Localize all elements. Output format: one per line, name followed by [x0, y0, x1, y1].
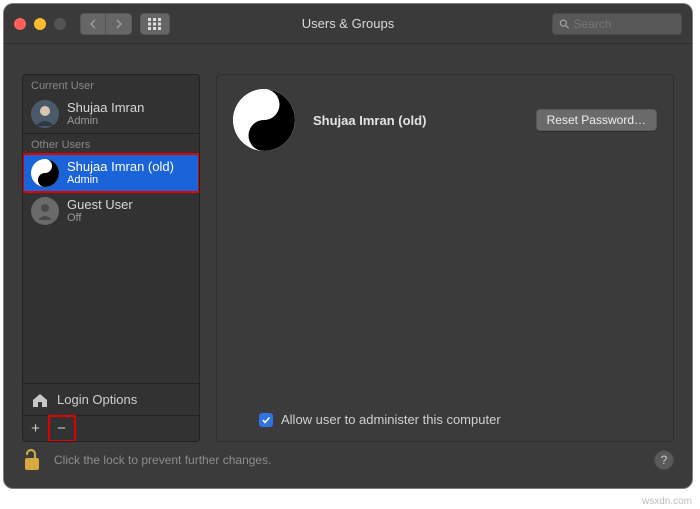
user-role-label: Admin [67, 115, 144, 127]
admin-checkbox[interactable] [259, 413, 273, 427]
search-input[interactable] [574, 17, 676, 31]
search-icon [559, 18, 570, 30]
login-options-label: Login Options [57, 392, 137, 407]
preferences-window: Users & Groups Current User Shujaa Imran [4, 4, 692, 488]
user-avatar-large[interactable] [233, 89, 295, 151]
lock-footer: Click the lock to prevent further change… [22, 442, 674, 478]
user-header: Shujaa Imran (old) Reset Password… [233, 89, 657, 151]
user-detail-panel: Shujaa Imran (old) Reset Password… Allow… [216, 74, 674, 442]
forward-button[interactable] [106, 13, 132, 35]
user-role-label: Off [67, 212, 133, 224]
close-window-button[interactable] [14, 18, 26, 30]
help-button[interactable]: ? [654, 450, 674, 470]
remove-user-button[interactable]: − [49, 416, 75, 441]
users-sidebar: Current User Shujaa Imran Admin Other Us… [22, 74, 200, 442]
other-users-header: Other Users [23, 134, 199, 154]
titlebar: Users & Groups [4, 4, 692, 44]
person-photo-icon [31, 100, 59, 128]
yinyang-icon [233, 89, 295, 151]
lock-hint-text: Click the lock to prevent further change… [54, 453, 271, 467]
minimize-window-button[interactable] [34, 18, 46, 30]
chevron-left-icon [89, 19, 97, 29]
chevron-right-icon [115, 19, 123, 29]
home-icon [31, 392, 49, 408]
nav-segment [80, 13, 132, 35]
window-controls [14, 18, 66, 30]
avatar [31, 100, 59, 128]
admin-checkbox-row[interactable]: Allow user to administer this computer [259, 412, 501, 427]
admin-checkbox-label: Allow user to administer this computer [281, 412, 501, 427]
grid-icon [148, 18, 162, 30]
sidebar-user-current[interactable]: Shujaa Imran Admin [23, 95, 199, 133]
user-role-label: Admin [67, 174, 174, 186]
watermark: wsxdn.com [642, 496, 692, 507]
back-button[interactable] [80, 13, 106, 35]
lock-icon[interactable] [22, 448, 42, 472]
show-all-button[interactable] [140, 13, 170, 35]
zoom-window-button [54, 18, 66, 30]
minus-icon: − [57, 420, 66, 437]
login-options-row[interactable]: Login Options [23, 383, 199, 415]
sidebar-user-other-1[interactable]: Guest User Off [23, 192, 199, 230]
question-icon: ? [661, 453, 668, 467]
current-user-header: Current User [23, 75, 199, 95]
avatar [31, 197, 59, 225]
search-field-wrap[interactable] [552, 13, 682, 35]
user-name-label: Shujaa Imran [67, 101, 144, 115]
yinyang-icon [31, 159, 59, 187]
person-icon [36, 202, 54, 220]
check-icon [261, 415, 271, 425]
user-name-label: Shujaa Imran (old) [67, 160, 174, 174]
add-remove-row: + − [23, 415, 199, 441]
content-area: Current User Shujaa Imran Admin Other Us… [4, 44, 692, 428]
avatar [31, 159, 59, 187]
user-name-label: Guest User [67, 198, 133, 212]
plus-icon: + [31, 420, 40, 437]
reset-password-button[interactable]: Reset Password… [536, 109, 657, 131]
selected-user-name: Shujaa Imran (old) [313, 113, 518, 128]
sidebar-user-other-0[interactable]: Shujaa Imran (old) Admin [23, 154, 199, 192]
add-user-button[interactable]: + [23, 416, 49, 441]
